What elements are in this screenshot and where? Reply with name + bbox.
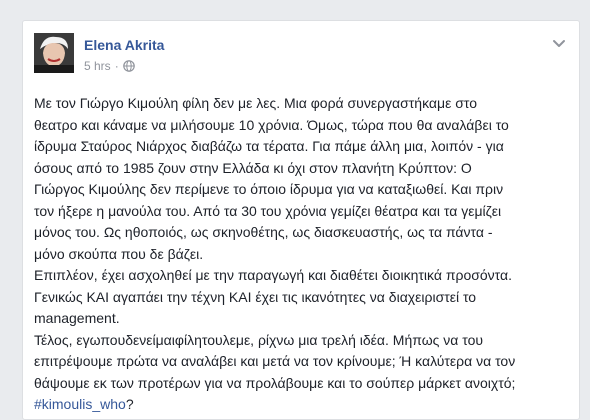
- globe-icon[interactable]: [122, 60, 135, 72]
- avatar[interactable]: [34, 33, 74, 73]
- post-timestamp[interactable]: 5 hrs: [84, 59, 111, 73]
- author-name[interactable]: Elena Akrita: [84, 37, 164, 53]
- post-card: Elena Akrita 5 hrs · Με τον Γιώργο Κιμού…: [22, 20, 580, 420]
- hashtag-suffix: ?: [125, 396, 134, 412]
- hashtag-link[interactable]: #kimoulis_who: [34, 396, 126, 412]
- post-text: Με τον Γιώργο Κιμούλη φίλη δεν με λες. Μ…: [34, 95, 516, 391]
- post-body: Με τον Γιώργο Κιμούλη φίλη δεν με λες. Μ…: [34, 93, 574, 416]
- meta-separator: ·: [114, 59, 119, 73]
- chevron-down-icon[interactable]: [551, 35, 567, 51]
- post-meta: 5 hrs ·: [84, 59, 135, 73]
- avatar-photo: [34, 33, 74, 73]
